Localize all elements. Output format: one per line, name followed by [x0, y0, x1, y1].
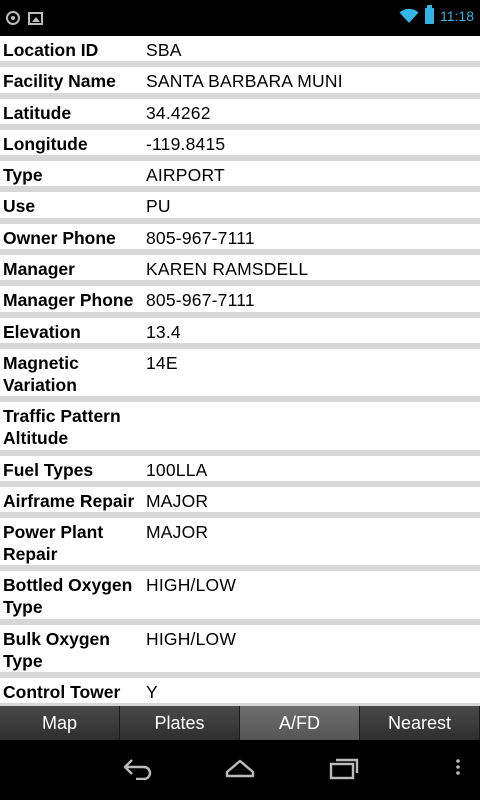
field-value: HIGH/LOW [146, 575, 237, 596]
field-label: Elevation [3, 321, 81, 342]
field-value: HIGH/LOW [146, 628, 237, 649]
clock: 11:18 [440, 8, 474, 24]
row-fuel-types: Fuel Types 100LLA [0, 456, 480, 487]
row-manager: Manager KAREN RAMSDELL [0, 255, 480, 287]
row-facility-name: Facility Name SANTA BARBARA MUNI [0, 67, 480, 99]
row-elevation: Elevation 13.4 [0, 318, 480, 349]
home-icon[interactable] [224, 756, 256, 780]
menu-icon[interactable] [452, 756, 464, 780]
field-label: Fuel Types [3, 459, 94, 480]
field-value: PU [146, 196, 171, 217]
field-label: Manager Phone [3, 290, 134, 311]
field-label: Type [3, 165, 43, 186]
field-value: AIRPORT [146, 165, 225, 186]
tab-afd[interactable]: A/FD [240, 706, 360, 740]
tab-map[interactable]: Map [0, 706, 120, 740]
field-value: 14E [146, 352, 178, 373]
field-value: 13.4 [146, 321, 181, 342]
field-value: SBA [146, 40, 182, 60]
row-control-tower: Control Tower Y [0, 678, 480, 706]
navigation-bar [0, 740, 480, 800]
field-value: -119.8415 [146, 133, 226, 154]
field-label: Facility Name [3, 71, 116, 92]
row-location-id: Location ID SBA [0, 36, 480, 68]
field-label: Magnetic Variation [3, 352, 79, 395]
row-traffic-pattern-altitude: Traffic Pattern Altitude [0, 402, 480, 456]
tab-nearest[interactable]: Nearest [360, 706, 480, 740]
row-power-plant-repair: Power Plant Repair MAJOR [0, 518, 480, 572]
field-value: MAJOR [146, 490, 209, 511]
field-label: Bulk Oxygen Type [3, 628, 110, 671]
row-latitude: Latitude 34.4262 [0, 99, 480, 130]
field-label: Longitude [3, 133, 88, 154]
tab-bar: Map Plates A/FD Nearest [0, 706, 480, 740]
battery-icon [425, 5, 434, 24]
field-label: Control Tower [3, 682, 121, 703]
field-value: MAJOR [146, 522, 209, 543]
row-owner-phone: Owner Phone 805-967-7111 [0, 224, 480, 256]
field-label: Use [3, 196, 36, 217]
image-icon [28, 12, 43, 25]
row-longitude: Longitude -119.8415 [0, 130, 480, 162]
field-value: KAREN RAMSDELL [146, 259, 309, 280]
field-value: Y [146, 682, 158, 703]
row-manager-phone: Manager Phone 805-967-7111 [0, 286, 480, 318]
row-bottled-oxygen-type: Bottled Oxygen Type HIGH/LOW [0, 571, 480, 625]
field-label: Power Plant Repair [3, 522, 104, 565]
row-airframe-repair: Airframe Repair MAJOR [0, 487, 480, 519]
row-magnetic-variation: Magnetic Variation 14E [0, 349, 480, 403]
field-value: SANTA BARBARA MUNI [146, 71, 343, 92]
field-label: Bottled Oxygen Type [3, 575, 133, 618]
field-label: Traffic Pattern Altitude [3, 406, 121, 449]
row-type: Type AIRPORT [0, 161, 480, 193]
field-label: Airframe Repair [3, 490, 135, 511]
row-use: Use PU [0, 192, 480, 224]
field-label: Latitude [3, 102, 72, 123]
field-value: 805-967-7111 [146, 290, 255, 311]
gps-icon [6, 11, 20, 25]
field-value: 805-967-7111 [146, 227, 255, 248]
tab-plates[interactable]: Plates [120, 706, 240, 740]
back-icon[interactable] [122, 756, 154, 780]
field-value: 34.4262 [146, 102, 211, 123]
status-bar: 11:18 [0, 0, 480, 36]
airport-details-list[interactable]: Location ID SBA Facility Name SANTA BARB… [0, 36, 480, 706]
field-value: 100LLA [146, 459, 208, 480]
field-label: Manager [3, 259, 75, 280]
recent-apps-icon[interactable] [328, 756, 360, 780]
field-label: Owner Phone [3, 227, 116, 248]
field-label: Location ID [3, 40, 99, 60]
row-bulk-oxygen-type: Bulk Oxygen Type HIGH/LOW [0, 625, 480, 679]
wifi-icon [399, 8, 419, 23]
